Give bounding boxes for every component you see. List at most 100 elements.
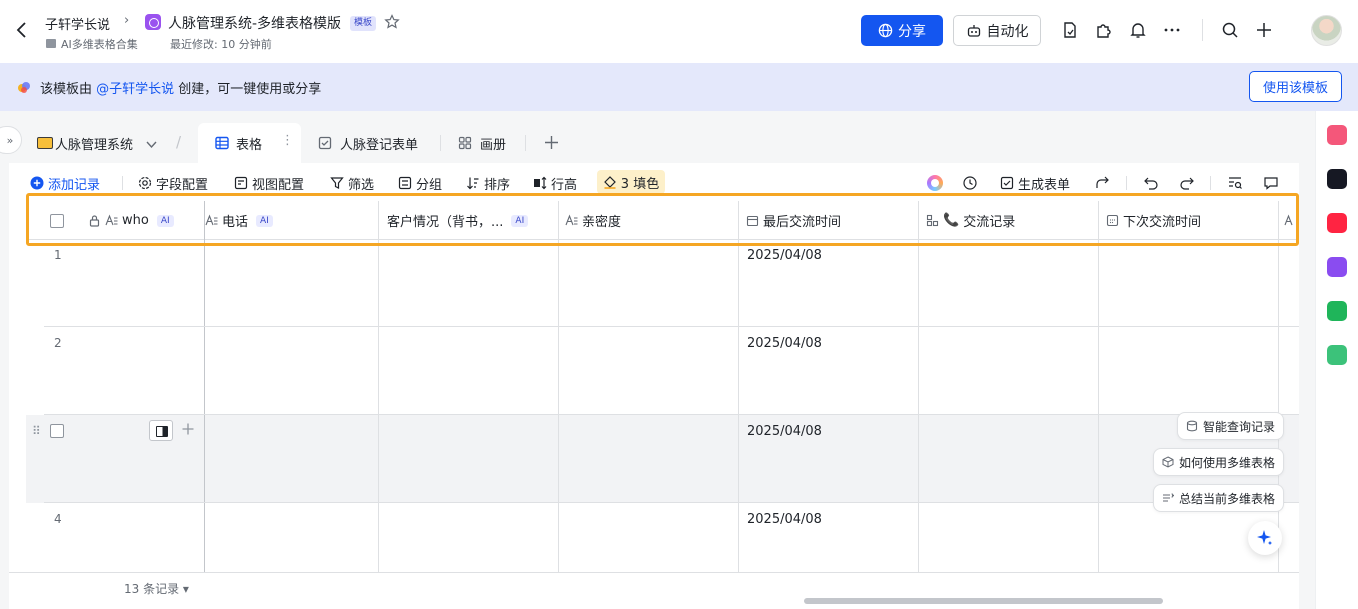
redo-icon[interactable] — [1179, 175, 1195, 191]
how-to-use-button[interactable]: 如何使用多维表格 — [1153, 448, 1285, 476]
filter-button[interactable]: 筛选 — [330, 174, 375, 193]
hovered-row[interactable] — [26, 415, 1299, 503]
breadcrumb-parent[interactable]: 子轩学长说 — [45, 14, 110, 33]
sort-button[interactable]: 排序 — [466, 174, 511, 193]
collection-icon — [46, 39, 56, 48]
globe-icon — [878, 23, 893, 38]
plugin-icon[interactable] — [1095, 21, 1113, 39]
banner-text: 该模板由 @子轩学长说 创建，可一键使用或分享 — [40, 78, 321, 97]
add-row-plus-icon[interactable] — [181, 422, 195, 436]
tiktok-app-icon[interactable] — [1327, 169, 1347, 189]
collection-name[interactable]: AI多维表格合集 — [61, 36, 138, 52]
comment-icon[interactable] — [1263, 175, 1279, 191]
doc-title[interactable]: 人脉管理系统-多维表格模版 — [168, 13, 341, 33]
tab-table-label[interactable]: 表格 — [236, 134, 262, 153]
row-height-label: 行高 — [551, 177, 578, 193]
find-icon[interactable] — [1227, 175, 1243, 191]
expand-record-icon[interactable] — [149, 420, 173, 441]
frozen-column-divider[interactable] — [204, 201, 205, 572]
view-config-button[interactable]: 视图配置 — [234, 174, 304, 193]
markdown-app-icon[interactable] — [1327, 345, 1347, 365]
bitable-app-icon — [145, 14, 161, 30]
base-name[interactable]: 人脉管理系统 — [55, 134, 133, 153]
expand-sidebar-button[interactable]: » — [0, 126, 22, 154]
record-count-label: 13 条记录 — [124, 582, 180, 596]
tab-gallery-label[interactable]: 画册 — [480, 134, 506, 153]
field-config-label: 字段配置 — [156, 177, 209, 193]
toolbar-divider — [122, 176, 123, 190]
back-arrow-icon[interactable] — [12, 20, 32, 40]
field-config-button[interactable]: 字段配置 — [138, 174, 209, 193]
group-label: 分组 — [416, 177, 443, 193]
paint-bucket-icon — [603, 176, 616, 189]
add-view-plus-icon[interactable] — [543, 134, 560, 151]
tab-form-label[interactable]: 人脉登记表单 — [340, 134, 418, 153]
user-avatar[interactable] — [1311, 15, 1342, 46]
smart-query-button[interactable]: 智能查询记录 — [1177, 412, 1285, 440]
share-label: 分享 — [898, 23, 926, 40]
history-icon[interactable] — [962, 175, 978, 191]
tab-more-icon[interactable]: ⋮ — [281, 133, 294, 148]
form-icon — [318, 136, 332, 150]
xiaohongshu-app-icon[interactable] — [1327, 213, 1347, 233]
row-number: 4 — [54, 512, 62, 526]
cell-last-contact[interactable]: 2025/04/08 — [747, 424, 822, 439]
use-template-button[interactable]: 使用该模板 — [1249, 71, 1342, 102]
smart-query-label: 智能查询记录 — [1203, 419, 1276, 434]
toolbar-divider — [1126, 176, 1127, 190]
sort-label: 排序 — [484, 177, 511, 193]
share-view-icon[interactable] — [1095, 175, 1111, 191]
tab-divider — [440, 135, 441, 151]
horizontal-scrollbar[interactable] — [804, 598, 1163, 604]
row-checkbox[interactable] — [50, 424, 64, 438]
cell-last-contact[interactable]: 2025/04/08 — [747, 336, 822, 351]
row-number: 1 — [54, 248, 62, 262]
column-divider — [558, 201, 559, 572]
bell-icon[interactable] — [1129, 21, 1147, 39]
summarize-button[interactable]: 总结当前多维表格 — [1153, 484, 1285, 512]
column-divider — [378, 201, 379, 572]
add-record-button[interactable]: 添加记录 — [30, 174, 101, 193]
bilibili-app-icon[interactable] — [1327, 125, 1347, 145]
top-header: 子轩学长说 › 人脉管理系统-多维表格模版 模板 AI多维表格合集 最近修改: … — [0, 0, 1358, 63]
creator-mention[interactable]: @子轩学长说 — [96, 82, 174, 97]
row-height-icon — [534, 176, 547, 190]
automation-label: 自动化 — [986, 23, 1029, 40]
add-record-label: 添加记录 — [48, 177, 101, 193]
purple-app-icon[interactable] — [1327, 257, 1347, 277]
database-icon — [1186, 420, 1198, 432]
star-icon[interactable] — [384, 14, 400, 30]
ai-assistant-icon[interactable] — [927, 175, 943, 191]
summary-icon — [1163, 493, 1174, 502]
cell-last-contact[interactable]: 2025/04/08 — [747, 512, 822, 527]
grid-icon — [215, 136, 229, 150]
column-divider — [918, 201, 919, 572]
drag-handle-icon[interactable]: ⠿ — [32, 424, 41, 438]
chevron-down-icon[interactable] — [145, 138, 158, 151]
row-divider — [44, 414, 1299, 415]
group-button[interactable]: 分组 — [398, 174, 443, 193]
document-icon[interactable] — [1061, 21, 1079, 39]
undo-icon[interactable] — [1143, 175, 1159, 191]
gallery-icon — [458, 136, 472, 150]
automation-button[interactable]: 自动化 — [953, 15, 1041, 46]
last-modified: 最近修改: 10 分钟前 — [170, 38, 272, 51]
row-number: 2 — [54, 336, 62, 350]
generate-form-button[interactable]: 生成表单 — [1000, 174, 1071, 193]
row-height-button[interactable]: 行高 — [533, 174, 578, 193]
folder-icon — [37, 137, 53, 149]
plus-icon[interactable] — [1255, 21, 1273, 39]
view-config-icon — [234, 176, 248, 190]
fill-color-label: 3 填色 — [620, 176, 660, 192]
cell-last-contact[interactable]: 2025/04/08 — [747, 248, 822, 263]
search-icon[interactable] — [1221, 21, 1239, 39]
more-icon[interactable] — [1163, 21, 1181, 39]
generate-form-label: 生成表单 — [1018, 177, 1071, 193]
record-count[interactable]: 13 条记录 ▾ — [124, 580, 189, 597]
ai-sparkle-button[interactable] — [1248, 521, 1282, 555]
share-button[interactable]: 分享 — [861, 15, 943, 46]
lark-logo-icon — [18, 82, 30, 93]
calendar-app-icon[interactable] — [1327, 301, 1347, 321]
filter-label: 筛选 — [348, 177, 375, 193]
fill-color-button[interactable]: 3 填色 — [597, 170, 665, 194]
